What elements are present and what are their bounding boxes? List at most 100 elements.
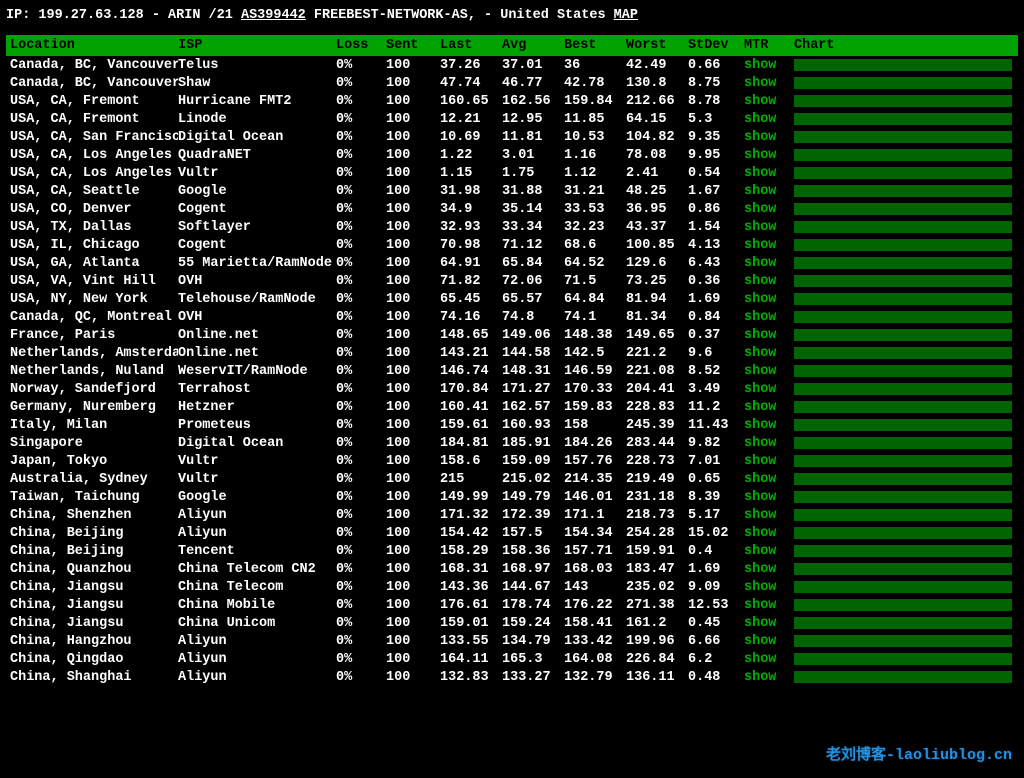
- mtr-show-link[interactable]: show: [744, 400, 776, 415]
- table-row: China, BeijingTencent0%100158.29158.3615…: [6, 542, 1018, 560]
- cell-chart: [794, 650, 1018, 668]
- table-row: SingaporeDigital Ocean0%100184.81185.911…: [6, 434, 1018, 452]
- mtr-show-link[interactable]: show: [744, 616, 776, 631]
- latency-chart: [794, 527, 1012, 539]
- cell-avg: 12.95: [502, 110, 564, 128]
- mtr-show-link[interactable]: show: [744, 292, 776, 307]
- mtr-show-link[interactable]: show: [744, 580, 776, 595]
- cell-stdev: 6.66: [688, 632, 744, 650]
- cell-worst: 78.08: [626, 146, 688, 164]
- cell-worst: 245.39: [626, 416, 688, 434]
- mtr-show-link[interactable]: show: [744, 634, 776, 649]
- mtr-show-link[interactable]: show: [744, 490, 776, 505]
- cell-stdev: 0.66: [688, 56, 744, 74]
- mtr-show-link[interactable]: show: [744, 364, 776, 379]
- cell-last: 12.21: [440, 110, 502, 128]
- mtr-show-link[interactable]: show: [744, 508, 776, 523]
- cell-sent: 100: [386, 182, 440, 200]
- cell-location: USA, CA, Los Angeles: [6, 146, 178, 164]
- mtr-show-link[interactable]: show: [744, 382, 776, 397]
- cell-isp: Hetzner: [178, 398, 336, 416]
- mtr-show-link[interactable]: show: [744, 526, 776, 541]
- latency-chart: [794, 671, 1012, 683]
- mtr-show-link[interactable]: show: [744, 112, 776, 127]
- cell-isp: Softlayer: [178, 218, 336, 236]
- asn-link[interactable]: AS399442: [241, 8, 306, 23]
- mtr-show-link[interactable]: show: [744, 256, 776, 271]
- cell-mtr: show: [744, 524, 794, 542]
- mtr-show-link[interactable]: show: [744, 94, 776, 109]
- cell-best: 133.42: [564, 632, 626, 650]
- cell-worst: 43.37: [626, 218, 688, 236]
- mtr-show-link[interactable]: show: [744, 670, 776, 685]
- cell-chart: [794, 470, 1018, 488]
- cell-stdev: 6.2: [688, 650, 744, 668]
- mtr-show-link[interactable]: show: [744, 310, 776, 325]
- cell-worst: 48.25: [626, 182, 688, 200]
- mtr-show-link[interactable]: show: [744, 184, 776, 199]
- cell-stdev: 7.01: [688, 452, 744, 470]
- cell-mtr: show: [744, 74, 794, 92]
- cell-isp: Vultr: [178, 452, 336, 470]
- cell-last: 154.42: [440, 524, 502, 542]
- mtr-show-link[interactable]: show: [744, 544, 776, 559]
- mtr-show-link[interactable]: show: [744, 652, 776, 667]
- cell-stdev: 0.45: [688, 614, 744, 632]
- table-row: Canada, QC, MontrealOVH0%10074.1674.874.…: [6, 308, 1018, 326]
- cell-avg: 178.74: [502, 596, 564, 614]
- cell-best: 159.84: [564, 92, 626, 110]
- mtr-show-link[interactable]: show: [744, 472, 776, 487]
- cell-location: China, Jiangsu: [6, 578, 178, 596]
- cell-stdev: 0.4: [688, 542, 744, 560]
- cell-avg: 35.14: [502, 200, 564, 218]
- cell-loss: 0%: [336, 344, 386, 362]
- mtr-show-link[interactable]: show: [744, 58, 776, 73]
- mtr-show-link[interactable]: show: [744, 598, 776, 613]
- mtr-show-link[interactable]: show: [744, 238, 776, 253]
- cell-loss: 0%: [336, 560, 386, 578]
- mtr-show-link[interactable]: show: [744, 202, 776, 217]
- mtr-show-link[interactable]: show: [744, 328, 776, 343]
- cell-worst: 136.11: [626, 668, 688, 686]
- table-row: Canada, BC, VancouverShaw0%10047.7446.77…: [6, 74, 1018, 92]
- cell-avg: 33.34: [502, 218, 564, 236]
- mtr-show-link[interactable]: show: [744, 220, 776, 235]
- cell-stdev: 8.52: [688, 362, 744, 380]
- cell-location: Canada, BC, Vancouver: [6, 56, 178, 74]
- cell-location: USA, CO, Denver: [6, 200, 178, 218]
- cell-isp: Cogent: [178, 200, 336, 218]
- latency-chart: [794, 239, 1012, 251]
- mtr-show-link[interactable]: show: [744, 436, 776, 451]
- cell-chart: [794, 596, 1018, 614]
- mtr-show-link[interactable]: show: [744, 76, 776, 91]
- table-header-row: Location ISP Loss Sent Last Avg Best Wor…: [6, 35, 1018, 56]
- mtr-show-link[interactable]: show: [744, 274, 776, 289]
- mtr-show-link[interactable]: show: [744, 130, 776, 145]
- cell-mtr: show: [744, 470, 794, 488]
- cell-mtr: show: [744, 632, 794, 650]
- cell-stdev: 11.43: [688, 416, 744, 434]
- mtr-show-link[interactable]: show: [744, 418, 776, 433]
- cell-worst: 199.96: [626, 632, 688, 650]
- mtr-show-link[interactable]: show: [744, 346, 776, 361]
- mtr-show-link[interactable]: show: [744, 454, 776, 469]
- cell-mtr: show: [744, 416, 794, 434]
- cell-loss: 0%: [336, 92, 386, 110]
- latency-chart: [794, 617, 1012, 629]
- cell-sent: 100: [386, 524, 440, 542]
- cell-chart: [794, 578, 1018, 596]
- latency-chart: [794, 473, 1012, 485]
- cell-mtr: show: [744, 488, 794, 506]
- cell-worst: 64.15: [626, 110, 688, 128]
- table-row: USA, CA, Los AngelesVultr0%1001.151.751.…: [6, 164, 1018, 182]
- mtr-show-link[interactable]: show: [744, 562, 776, 577]
- col-best: Best: [564, 35, 626, 56]
- map-link[interactable]: MAP: [614, 8, 638, 23]
- mtr-show-link[interactable]: show: [744, 148, 776, 163]
- cell-sent: 100: [386, 362, 440, 380]
- latency-chart: [794, 257, 1012, 269]
- cell-loss: 0%: [336, 380, 386, 398]
- cell-stdev: 15.02: [688, 524, 744, 542]
- mtr-show-link[interactable]: show: [744, 166, 776, 181]
- cell-sent: 100: [386, 398, 440, 416]
